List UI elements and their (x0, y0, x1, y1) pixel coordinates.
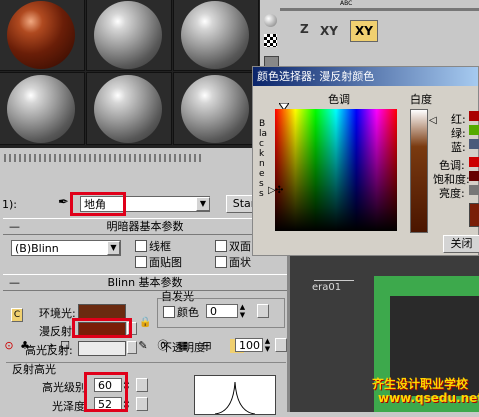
sphere-preview (181, 75, 249, 143)
highlight-diffuse (72, 318, 132, 338)
sphere-preview (94, 1, 162, 69)
face-map-checkbox[interactable] (135, 256, 147, 268)
shader-dropdown-button[interactable]: ▼ (107, 241, 120, 255)
viewport-label: era01 (312, 282, 342, 293)
dialog-title: 颜色选择器: 漫反射颜色 (253, 67, 478, 86)
shader-basic-rollout-header[interactable]: — 明暗器基本参数 (3, 218, 287, 235)
material-slot-5[interactable] (86, 72, 172, 145)
viewport-toolbar: ABC Z XY XY (280, 0, 479, 66)
value-label: 亮度: (439, 187, 465, 200)
self-illum-color-checkbox[interactable] (163, 306, 175, 318)
glossiness-map-button[interactable] (136, 397, 148, 411)
specular-level-label: 高光级别 (42, 381, 86, 394)
shader-basic-title: 明暗器基本参数 (106, 220, 184, 233)
specular-highlights-title: 反射高光 (12, 363, 56, 376)
lock-icon[interactable]: 🔒 (139, 317, 151, 328)
sphere-preview (94, 75, 162, 143)
shader-select[interactable]: (B)Blinn (11, 240, 121, 256)
specular-map-button[interactable] (127, 341, 137, 354)
red-slider[interactable] (469, 111, 479, 121)
two-sided-checkbox[interactable] (215, 240, 227, 252)
faceted-label: 面状 (229, 256, 251, 269)
sphere-preview (181, 1, 249, 69)
small-label: ABC (340, 0, 353, 7)
close-button[interactable]: 关闭 (443, 235, 479, 253)
xy-axis-button[interactable]: XY (320, 24, 338, 38)
material-name-row: 1): ✒ 地角 ▼ Star (0, 192, 262, 216)
material-slot-3[interactable] (173, 0, 259, 71)
two-sided-label: 双面 (229, 240, 251, 253)
ambient-color-swatch[interactable] (78, 304, 126, 319)
collapse-icon: — (9, 276, 20, 289)
value-slider[interactable] (469, 185, 479, 195)
self-illum-map-button[interactable] (257, 304, 269, 318)
opacity-spinner[interactable]: ▲ ▼ (263, 337, 272, 353)
color-picker-dialog: 颜色选择器: 漫反射颜色 色调 白度 Blackness ▷ ✣ ◁ 红: 绿:… (252, 66, 479, 256)
hue-blackness-picker[interactable] (275, 109, 397, 231)
blinn-basic-rollout-header[interactable]: — Blinn 基本参数 (3, 274, 287, 291)
highlight-name (70, 192, 126, 216)
shader-basic-panel: (B)Blinn ▼ 线框 双面 面贴图 面状 (3, 236, 287, 269)
blinn-basic-panel: C 环境光: 漫反射: 🔒 高光反射: 自发光 颜色 0 ▲ ▼ 不透明度: 10… (3, 290, 287, 360)
material-slots (0, 0, 260, 148)
self-illum-input[interactable]: 0 (206, 304, 238, 318)
highlight-specular (84, 372, 128, 412)
toolbar-strip (280, 8, 479, 11)
saturation-slider[interactable] (469, 171, 479, 181)
lock-ambient-button[interactable]: C (11, 308, 23, 322)
highlight-curve (214, 381, 256, 415)
xy-plane-button[interactable]: XY (350, 20, 378, 42)
specular-label: 高光反射: (25, 344, 73, 357)
scroll-handle[interactable] (4, 154, 204, 162)
self-illum-color-label: 颜色 (177, 306, 199, 319)
opacity-map-button[interactable] (275, 338, 287, 352)
opacity-label: 不透明度: (161, 341, 209, 354)
watermark-line-1: 齐生设计职业学校 (372, 377, 469, 391)
hue-pointer[interactable] (278, 101, 290, 111)
color-preview-swatch (469, 203, 479, 227)
specular-color-swatch[interactable] (78, 341, 126, 356)
whiteness-pointer[interactable]: ◁ (429, 115, 437, 126)
material-slot-1[interactable] (0, 0, 85, 71)
whiteness-label: 白度 (410, 93, 432, 106)
highlight-curve-graph (194, 375, 276, 415)
picker-crosshair[interactable]: ✣ (275, 185, 283, 196)
slot-controls-strip (0, 148, 262, 168)
sphere-preview (7, 75, 75, 143)
opacity-input[interactable]: 100 (235, 338, 263, 352)
diffuse-label: 漫反射: (39, 325, 76, 338)
self-illum-spinner[interactable]: ▲ ▼ (238, 303, 247, 319)
collapse-icon: — (9, 220, 20, 233)
frame-edge (314, 280, 354, 281)
watermark-line-2: www.qsedu.net (378, 391, 479, 405)
pick-material-icon[interactable]: ✒ (58, 195, 69, 210)
specular-highlights-group: 反射高光 高光级别 60 ▲ ▼ 光泽度 52 ▲ ▼ (6, 362, 286, 415)
blue-label: 蓝: (451, 141, 466, 154)
viewport-left-strip (287, 256, 290, 412)
wire-checkbox[interactable] (135, 240, 147, 252)
material-slot-2[interactable] (86, 0, 172, 71)
material-slot-6[interactable] (173, 72, 259, 145)
blackness-label: Blackness (259, 119, 268, 199)
hue-label: 色调 (328, 93, 350, 106)
specular-level-map-button[interactable] (136, 378, 148, 392)
material-dropdown-button[interactable]: ▼ (196, 197, 210, 211)
wire-label: 线框 (149, 240, 171, 253)
sphere-type-icon[interactable] (264, 14, 277, 27)
sphere-preview (7, 1, 75, 69)
ambient-label: 环境光: (39, 307, 76, 320)
whiteness-slider[interactable] (410, 109, 428, 233)
faceted-checkbox[interactable] (215, 256, 227, 268)
face-map-label: 面贴图 (149, 256, 182, 269)
hue-slider[interactable] (469, 157, 479, 167)
z-axis-button[interactable]: Z (300, 22, 309, 36)
checker-icon[interactable] (264, 34, 277, 47)
material-slot-4[interactable] (0, 72, 85, 145)
level-prefix: 1): (2, 198, 17, 211)
green-slider[interactable] (469, 125, 479, 135)
blue-slider[interactable] (469, 139, 479, 149)
material-toolbar: ⊙ ♣ ⇢ ☐ ✕ ● ⋔ ✎ ⓪ ▦ ⊞ ⫴ (0, 168, 262, 353)
